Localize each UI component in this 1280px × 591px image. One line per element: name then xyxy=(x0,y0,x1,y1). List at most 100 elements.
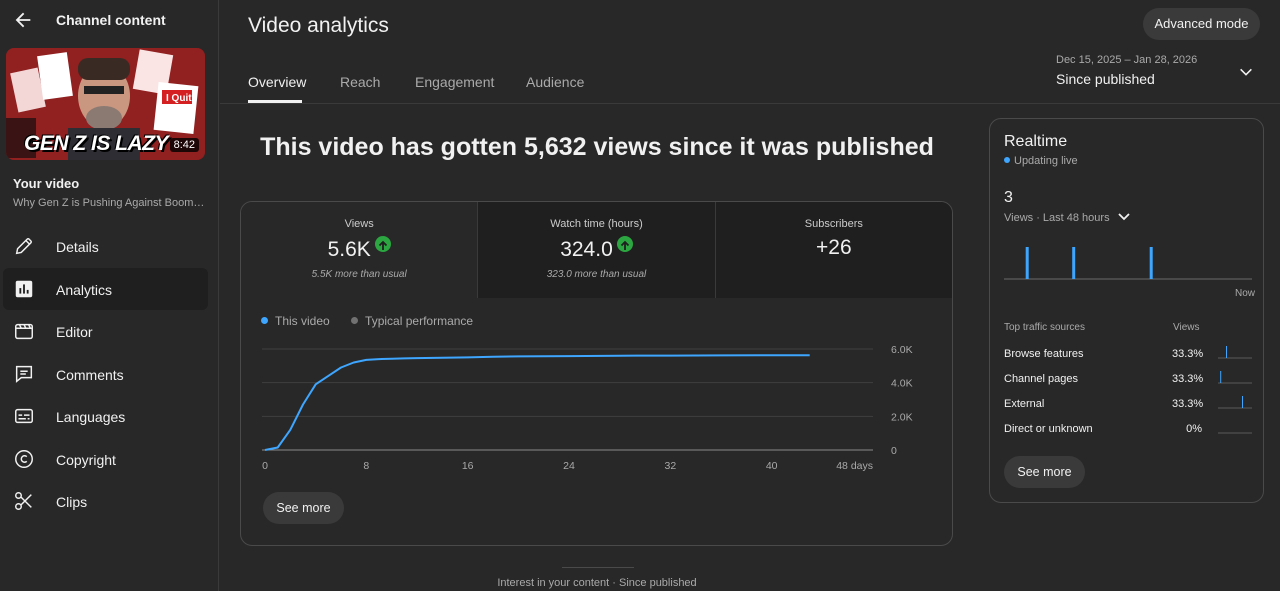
legend-item-typical[interactable]: Typical performance xyxy=(351,314,473,328)
legend-item-this-video[interactable]: This video xyxy=(261,314,330,328)
metric-value-text: 324.0 xyxy=(560,238,613,261)
chevron-down-icon xyxy=(1118,213,1130,221)
realtime-period-selector[interactable]: Views · Last 48 hours xyxy=(1004,212,1131,224)
traffic-sparkline xyxy=(1218,396,1252,409)
sidebar-item-label: Analytics xyxy=(56,281,113,298)
traffic-sparkline xyxy=(1218,371,1252,384)
footer-divider xyxy=(562,567,634,568)
sidebar-item-label: Editor xyxy=(56,324,93,340)
sidebar-item-label: Details xyxy=(56,239,99,255)
metric-label: Subscribers xyxy=(804,218,863,230)
advanced-mode-button[interactable]: Advanced mode xyxy=(1143,8,1260,40)
realtime-see-more-button[interactable]: See more xyxy=(1004,456,1085,488)
metric-subscribers[interactable]: Subscribers +26 xyxy=(715,202,952,298)
sidebar: Channel content I Quit GEN Z IS LAZY 8:4… xyxy=(0,0,219,591)
period-selector-label[interactable]: Since published xyxy=(1056,71,1155,87)
copyright-icon xyxy=(15,449,33,468)
chart-legend: This video Typical performance xyxy=(261,314,473,328)
legend-label: Typical performance xyxy=(365,314,474,328)
metric-value: 324.0 xyxy=(478,236,714,262)
realtime-count: 3 xyxy=(1004,189,1013,206)
sidebar-header-title: Channel content xyxy=(56,12,166,28)
x-tick-label: 0 xyxy=(262,460,268,472)
chevron-down-icon[interactable] xyxy=(1238,64,1254,80)
sidebar-item-label: Languages xyxy=(56,409,126,425)
sidebar-nav: Details Analytics Editor Comments Langua… xyxy=(3,225,208,523)
traffic-row-browse: Browse features 33.3% xyxy=(1004,345,1252,365)
x-tick-label: 48 days xyxy=(836,460,873,472)
date-range[interactable]: Dec 15, 2025 – Jan 28, 2026 xyxy=(1056,54,1197,66)
tab-overview[interactable]: Overview xyxy=(248,74,306,90)
realtime-title: Realtime xyxy=(1004,133,1068,150)
thumbnail-sticker-text: I Quit xyxy=(166,93,192,104)
clapperboard-icon xyxy=(15,323,33,340)
tab-audience[interactable]: Audience xyxy=(526,74,584,90)
legend-dot xyxy=(351,317,359,324)
metric-value-text: +26 xyxy=(816,236,852,259)
sidebar-item-copyright[interactable]: Copyright xyxy=(3,438,208,481)
metric-label: Views xyxy=(344,218,374,230)
realtime-bar-chart[interactable] xyxy=(1004,239,1254,283)
realtime-now-label: Now xyxy=(1234,288,1255,299)
sidebar-item-analytics[interactable]: Analytics xyxy=(3,267,208,310)
traffic-views-header: Views xyxy=(1173,322,1200,333)
x-tick-label: 32 xyxy=(664,460,676,472)
series-line-this-video[interactable] xyxy=(264,354,810,451)
y-tick-label: 4.0K xyxy=(891,378,913,390)
sidebar-item-details[interactable]: Details xyxy=(3,225,208,268)
tabs-divider xyxy=(220,103,1280,104)
traffic-row-channel: Channel pages 33.3% xyxy=(1004,370,1252,390)
metric-value-text: 5.6K xyxy=(327,238,371,261)
y-tick-label: 2.0K xyxy=(891,411,913,423)
video-thumbnail[interactable]: I Quit GEN Z IS LAZY 8:42 xyxy=(6,48,205,160)
scissors-icon xyxy=(15,492,32,510)
views-line-chart[interactable]: 0 2.0K 4.0K 6.0K 0 8 16 24 32 40 48 days xyxy=(241,338,952,478)
traffic-row-direct: Direct or unknown 0% xyxy=(1004,420,1252,440)
traffic-row-external: External 33.3% xyxy=(1004,395,1252,415)
legend-label: This video xyxy=(275,314,330,328)
back-arrow-icon[interactable] xyxy=(12,9,34,31)
metric-label: Watch time (hours) xyxy=(550,218,643,230)
trend-up-icon xyxy=(374,236,391,252)
traffic-sparkline xyxy=(1218,346,1252,359)
traffic-sources-header: Top traffic sources Views xyxy=(1004,322,1252,333)
bar-chart-icon xyxy=(15,280,33,297)
x-tick-label: 16 xyxy=(462,460,474,472)
traffic-source-label: External xyxy=(1004,398,1045,410)
see-more-button[interactable]: See more xyxy=(263,492,344,524)
metric-watch-time[interactable]: Watch time (hours) 324.0 323.0 more than… xyxy=(477,202,716,298)
overview-card: Views 5.6K 5.5K more than usual Watch ti… xyxy=(240,201,953,546)
realtime-bar[interactable] xyxy=(1072,247,1076,279)
realtime-bar[interactable] xyxy=(1149,247,1153,279)
back-row[interactable]: Channel content xyxy=(0,0,219,40)
video-duration-badge: 8:42 xyxy=(169,138,199,152)
realtime-status-text: Updating live xyxy=(1014,155,1078,167)
sidebar-item-editor[interactable]: Editor xyxy=(3,310,208,353)
metric-subtext: 5.5K more than usual xyxy=(311,269,407,280)
sidebar-item-label: Copyright xyxy=(56,451,116,468)
metric-value: +26 xyxy=(716,236,952,260)
tab-engagement[interactable]: Engagement xyxy=(415,74,494,90)
realtime-bar[interactable] xyxy=(1025,247,1029,279)
metric-value: 5.6K xyxy=(241,236,477,262)
sidebar-item-languages[interactable]: Languages xyxy=(3,395,208,438)
metrics-row: Views 5.6K 5.5K more than usual Watch ti… xyxy=(241,202,952,298)
main-content: Video analytics Advanced mode Overview R… xyxy=(220,0,1280,591)
subtitles-icon xyxy=(15,408,33,424)
traffic-source-label: Direct or unknown xyxy=(1004,423,1093,435)
traffic-source-label: Channel pages xyxy=(1004,373,1079,385)
sidebar-item-label: Comments xyxy=(56,366,124,383)
thumbnail-overlay-text: GEN Z IS LAZY xyxy=(24,132,169,155)
traffic-sources-title: Top traffic sources xyxy=(1004,322,1085,333)
x-tick-label: 40 xyxy=(766,460,778,472)
legend-dot xyxy=(261,317,268,324)
realtime-status: Updating live xyxy=(1004,155,1078,167)
footer-section-title: Interest in your content · Since publish… xyxy=(497,577,697,589)
tab-reach[interactable]: Reach xyxy=(340,74,380,90)
metric-views[interactable]: Views 5.6K 5.5K more than usual xyxy=(241,202,478,298)
x-tick-label: 24 xyxy=(563,460,575,472)
metric-subtext: 323.0 more than usual xyxy=(546,269,647,280)
sidebar-item-clips[interactable]: Clips xyxy=(3,480,208,523)
overview-headline: This video has gotten 5,632 views since … xyxy=(260,133,934,161)
sidebar-item-comments[interactable]: Comments xyxy=(3,353,208,396)
